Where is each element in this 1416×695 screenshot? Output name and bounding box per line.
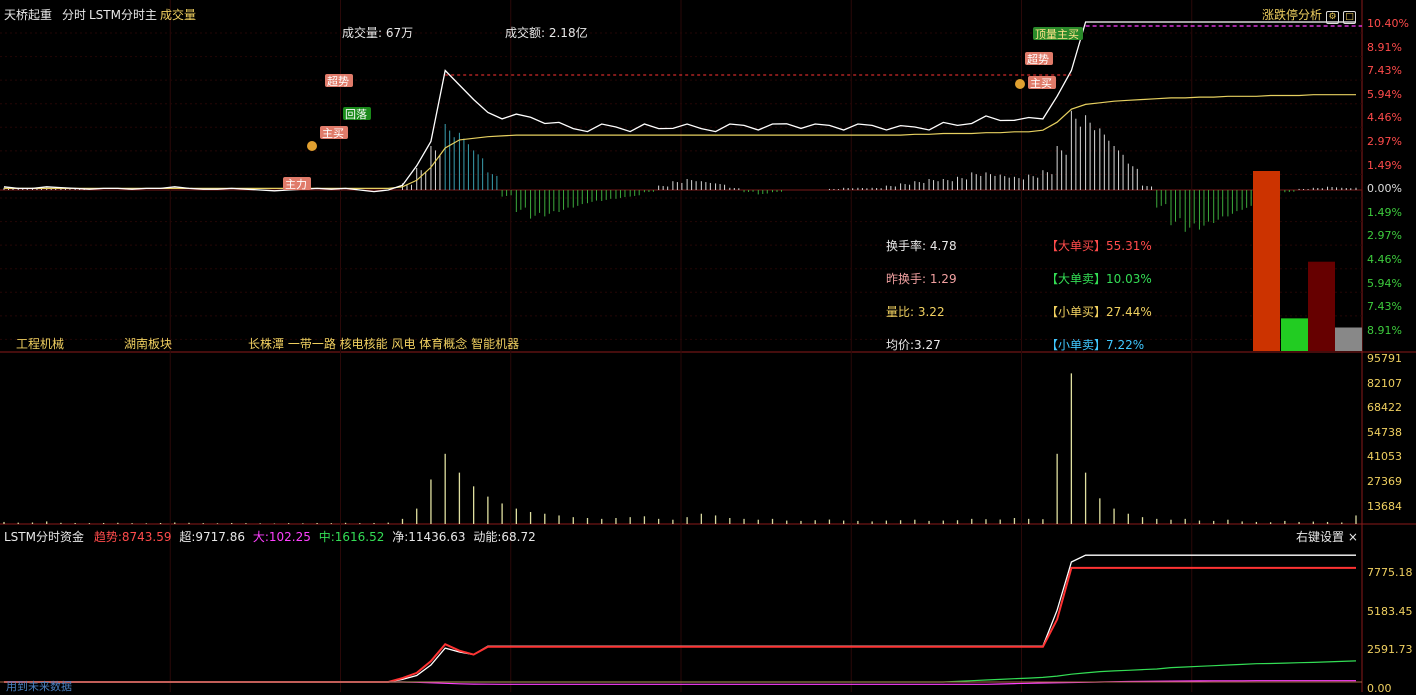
volume-axis-label: 68422 xyxy=(1367,401,1402,415)
tag-super: 超势 xyxy=(327,74,349,88)
price-axis-label: 4.46% xyxy=(1367,253,1402,266)
tag-top: 顶量主买 xyxy=(1035,28,1079,41)
tab-lstm[interactable]: LSTM分时主 xyxy=(89,6,157,23)
small-sell-stat: 【小单卖】7.22% xyxy=(1046,338,1145,352)
price-axis-label: 8.91% xyxy=(1367,40,1402,54)
trend-value: 8743.59 xyxy=(121,530,172,544)
turnover-rate: 换手率: 4.78 xyxy=(886,239,957,253)
window-icon[interactable]: □ xyxy=(1343,11,1357,24)
mid-value: 1616.52 xyxy=(334,530,385,544)
tag-buy2: 主买 xyxy=(1030,77,1052,90)
volume-axis-label: 27369 xyxy=(1367,475,1402,488)
price-axis-label: 8.91% xyxy=(1367,323,1402,337)
volume-axis-label: 41053 xyxy=(1367,450,1402,464)
big-buy-stat: 【大单买】55.31% xyxy=(1046,239,1152,253)
average-price: 均价:3.27 xyxy=(886,338,941,352)
small-buy-stat: 【小单买】27.44% xyxy=(1046,305,1152,319)
price-axis-label: 1.49% xyxy=(1367,205,1402,219)
tag-buy: 主买 xyxy=(322,127,344,140)
tag-region[interactable]: 湖南板块 xyxy=(124,335,172,352)
price-axis-label: 2.97% xyxy=(1367,229,1402,243)
net-label: 净: xyxy=(392,530,409,544)
price-axis-label: 5.94% xyxy=(1367,87,1402,101)
volume-axis-label: 54738 xyxy=(1367,425,1402,439)
coin-icon xyxy=(307,141,317,151)
chao-value: 9717.86 xyxy=(195,530,245,544)
coin-icon xyxy=(1015,79,1025,89)
summary-bar xyxy=(1308,261,1335,351)
big-value: 102.25 xyxy=(268,530,311,544)
price-axis-label: 0.00% xyxy=(1367,182,1402,196)
volume-label: 成交量: 67万 xyxy=(342,26,414,40)
price-axis-label: 10.40% xyxy=(1367,17,1409,30)
volume-axis-label: 13684 xyxy=(1367,499,1402,513)
background xyxy=(0,0,1416,692)
mid-label: 中: xyxy=(318,530,335,544)
prev-turnover: 昨换手: 1.29 xyxy=(886,272,957,286)
trend-label: 趋势: xyxy=(93,530,122,544)
fund-axis-label: 2591.73 xyxy=(1367,643,1413,656)
fund-axis-label: 5183.45 xyxy=(1367,604,1413,618)
close-icon[interactable]: × xyxy=(1348,530,1358,544)
tag-super2: 超势 xyxy=(1027,52,1049,66)
limit-analysis-label: 涨跌停分析 xyxy=(1262,8,1323,22)
limit-analysis-link[interactable]: 涨跌停分析 ⚙ □ xyxy=(1262,6,1357,24)
price-axis-label: 7.43% xyxy=(1367,64,1402,78)
big-sell-stat: 【大单卖】10.03% xyxy=(1046,272,1152,286)
fund-panel-header: LSTM分时资金 趋势:8743.59 超:9717.86 大:102.25 中… xyxy=(4,528,536,545)
settings-icon[interactable]: ⚙ xyxy=(1326,11,1340,24)
power-label: 动能: xyxy=(473,530,502,544)
price-axis-label: 4.46% xyxy=(1367,111,1402,125)
summary-bar xyxy=(1335,327,1362,351)
fund-title: LSTM分时资金 xyxy=(4,530,84,544)
chao-label: 超: xyxy=(179,530,196,544)
summary-bar xyxy=(1281,318,1308,351)
fund-axis-label: 7775.18 xyxy=(1367,566,1413,579)
power-value: 68.72 xyxy=(501,530,536,544)
fund-axis-label: 0.00 xyxy=(1367,681,1392,695)
net-value: 11436.63 xyxy=(408,530,466,544)
price-axis-label: 7.43% xyxy=(1367,300,1402,314)
tag-fall: 回落 xyxy=(345,108,367,121)
tab-minute[interactable]: 分时 xyxy=(62,6,86,23)
volume-ratio: 量比: 3.22 xyxy=(886,305,945,319)
chart-canvas: 主力主买超势回落主买超势顶量主买 xyxy=(0,0,1416,692)
price-axis-label: 5.94% xyxy=(1367,276,1402,290)
tag-main: 主力 xyxy=(285,178,307,191)
summary-bar xyxy=(1253,171,1280,351)
big-label: 大: xyxy=(252,530,269,544)
amount-label: 成交额: 2.18亿 xyxy=(505,26,588,40)
volume-axis-label: 95791 xyxy=(1367,352,1402,365)
stock-title[interactable]: 天桥起重 xyxy=(4,6,52,23)
price-axis-label: 1.49% xyxy=(1367,158,1402,172)
price-axis-label: 2.97% xyxy=(1367,135,1402,148)
settings-button[interactable]: 右键设置 × xyxy=(1296,528,1358,545)
volume-axis-label: 82107 xyxy=(1367,376,1402,390)
tab-volume[interactable]: 成交量 xyxy=(160,6,196,23)
tag-concepts[interactable]: 长株潭 一带一路 核电核能 风电 体育概念 智能机器 xyxy=(248,335,519,352)
tag-industry[interactable]: 工程机械 xyxy=(16,335,64,352)
settings-label: 右键设置 xyxy=(1296,530,1345,544)
